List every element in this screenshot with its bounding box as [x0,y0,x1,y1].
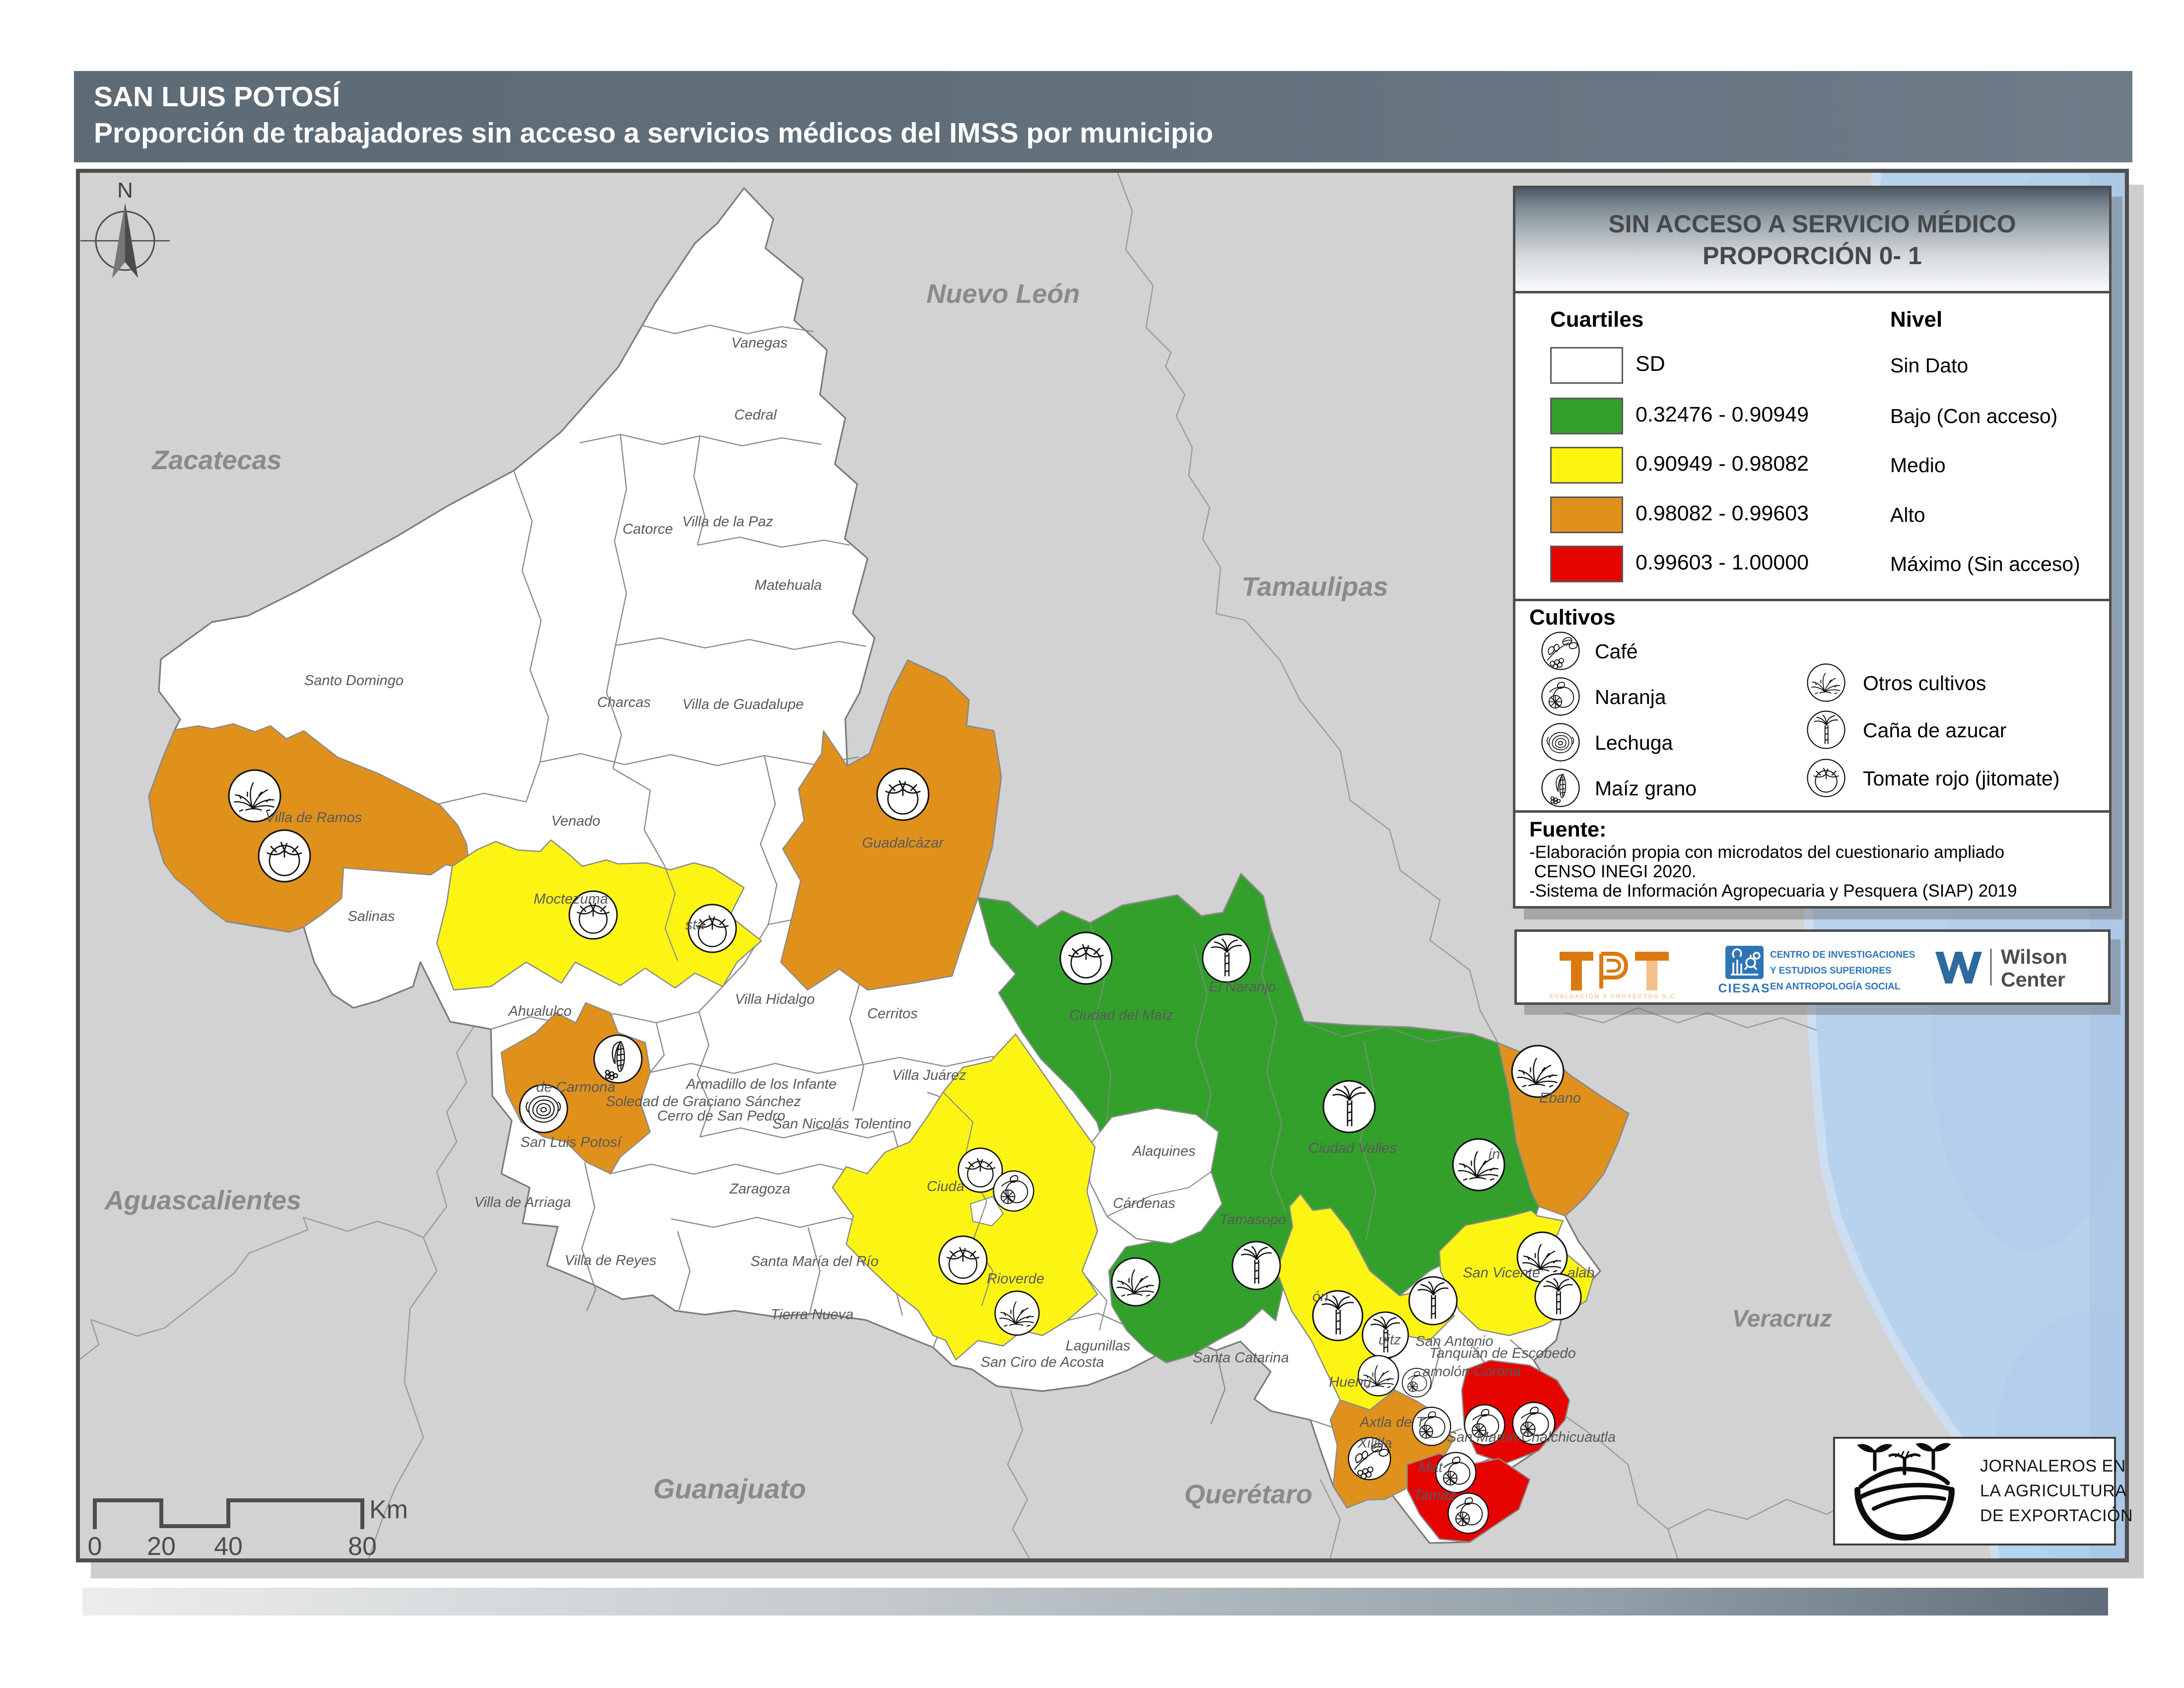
svg-text:80: 80 [348,1532,377,1558]
svg-text:Zacatecas: Zacatecas [151,445,281,475]
svg-text:Venado: Venado [551,813,601,829]
svg-text:Cedral: Cedral [734,407,777,423]
svg-text:Santa Catarina: Santa Catarina [1193,1350,1289,1366]
svg-text:San Nicolás Tolentino: San Nicolás Tolentino [772,1116,911,1132]
svg-text:Rioverde: Rioverde [987,1271,1044,1287]
svg-text:Moctezuma: Moctezuma [534,891,608,907]
svg-text:Matehuala: Matehuala [754,577,821,593]
svg-text:Villa Juárez: Villa Juárez [892,1067,966,1083]
svg-text:Ahualulco: Ahualulco [507,1003,571,1019]
svg-text:Mat: Mat [1419,1460,1443,1476]
svg-text:Wilson: Wilson [2001,945,2067,968]
svg-text:Axtla de T: Axtla de T [1359,1414,1426,1430]
svg-text:Villa Hidalgo: Villa Hidalgo [735,991,815,1007]
svg-text:Villa de Reyes: Villa de Reyes [565,1253,657,1268]
svg-text:Ebano: Ebano [1539,1090,1581,1106]
svg-text:uitz: uitz [1378,1332,1401,1348]
svg-text:Zaragoza: Zaragoza [729,1181,791,1197]
svg-text:Catorce: Catorce [622,521,673,537]
svg-text:Alaquines: Alaquines [1131,1143,1195,1159]
svg-text:N: N [117,178,133,203]
svg-text:Guadalcázar: Guadalcázar [862,835,945,851]
svg-text:sta: sta [685,917,705,933]
svg-text:Charcas: Charcas [597,695,651,710]
svg-text:Xilitla: Xilitla [1357,1435,1392,1451]
svg-text:Ciudad del Maíz: Ciudad del Maíz [1069,1007,1173,1023]
svg-text:Aguascalientes: Aguascalientes [104,1186,301,1215]
svg-text:San Ciro de Acosta: San Ciro de Acosta [981,1354,1104,1370]
svg-text:CIESAS: CIESAS [1718,982,1770,995]
svg-text:Veracruz: Veracruz [1732,1306,1832,1332]
svg-text:San Antonio: San Antonio [1416,1334,1494,1349]
svg-text:Cerro de San Pedro: Cerro de San Pedro [657,1108,785,1124]
svg-text:Cárdenas: Cárdenas [1113,1196,1175,1211]
svg-text:ón: ón [1312,1289,1328,1305]
svg-text:Km: Km [369,1495,408,1524]
svg-text:Salinas: Salinas [347,909,395,924]
svg-text:Ciudad Valles: Ciudad Valles [1308,1140,1397,1156]
svg-text:alab: alab [1568,1265,1595,1281]
svg-text:Villa de Arriaga: Villa de Arriaga [474,1195,571,1210]
svg-text:San Martín Chalchicuautla: San Martín Chalchicuautla [1447,1429,1616,1445]
svg-text:Soledad de Graciano Sánchez: Soledad de Graciano Sánchez [606,1094,801,1110]
svg-text:Villa de Ramos: Villa de Ramos [266,810,362,826]
svg-text:Armadillo de los Infante: Armadillo de los Infante [685,1076,836,1092]
svg-text:Guanajuato: Guanajuato [653,1473,806,1504]
svg-text:El Naranjo: El Naranjo [1209,979,1276,995]
svg-text:Y ESTUDIOS SUPERIORES: Y ESTUDIOS SUPERIORES [1770,966,1892,976]
svg-text:Tamasopo: Tamasopo [1220,1212,1286,1228]
svg-text:Nuevo León: Nuevo León [926,279,1080,309]
svg-text:Lagunillas: Lagunillas [1066,1338,1131,1354]
svg-text:0: 0 [88,1532,102,1558]
svg-text:amolón Corona: amolón Corona [1423,1364,1521,1380]
svg-text:20: 20 [147,1532,176,1558]
svg-text:Villa de Guadalupe: Villa de Guadalupe [682,697,804,712]
svg-text:Tamaz: Tamaz [1413,1487,1456,1503]
svg-text:EN ANTROPOLOGÍA SOCIAL: EN ANTROPOLOGÍA SOCIAL [1770,981,1901,992]
svg-text:Santo Domingo: Santo Domingo [304,673,404,689]
svg-text:San Luis Potosí: San Luis Potosí [520,1134,622,1150]
svg-text:Querétaro: Querétaro [1184,1479,1312,1509]
svg-text:San Vicente: San Vicente [1463,1265,1540,1281]
svg-text:CENTRO DE INVESTIGACIONES: CENTRO DE INVESTIGACIONES [1770,950,1915,960]
svg-text:de Carmona: de Carmona [536,1079,615,1095]
svg-text:Tamaulipas: Tamaulipas [1241,572,1388,602]
svg-text:Ciuda: Ciuda [927,1179,964,1195]
svg-text:Santa María del Río: Santa María del Río [751,1254,879,1269]
svg-text:40: 40 [214,1532,243,1558]
svg-text:Tierra Nueva: Tierra Nueva [770,1307,853,1323]
svg-text:ín: ín [1488,1146,1500,1162]
svg-text:Vanegas: Vanegas [731,335,787,351]
svg-text:Center: Center [2001,968,2065,991]
svg-text:Huehu: Huehu [1329,1374,1371,1390]
svg-text:Villa de la Paz: Villa de la Paz [682,514,773,530]
svg-text:EVALUACIÓN Y PROYECTOS S.C.: EVALUACIÓN Y PROYECTOS S.C. [1550,992,1679,1000]
svg-text:Cerritos: Cerritos [867,1006,918,1022]
